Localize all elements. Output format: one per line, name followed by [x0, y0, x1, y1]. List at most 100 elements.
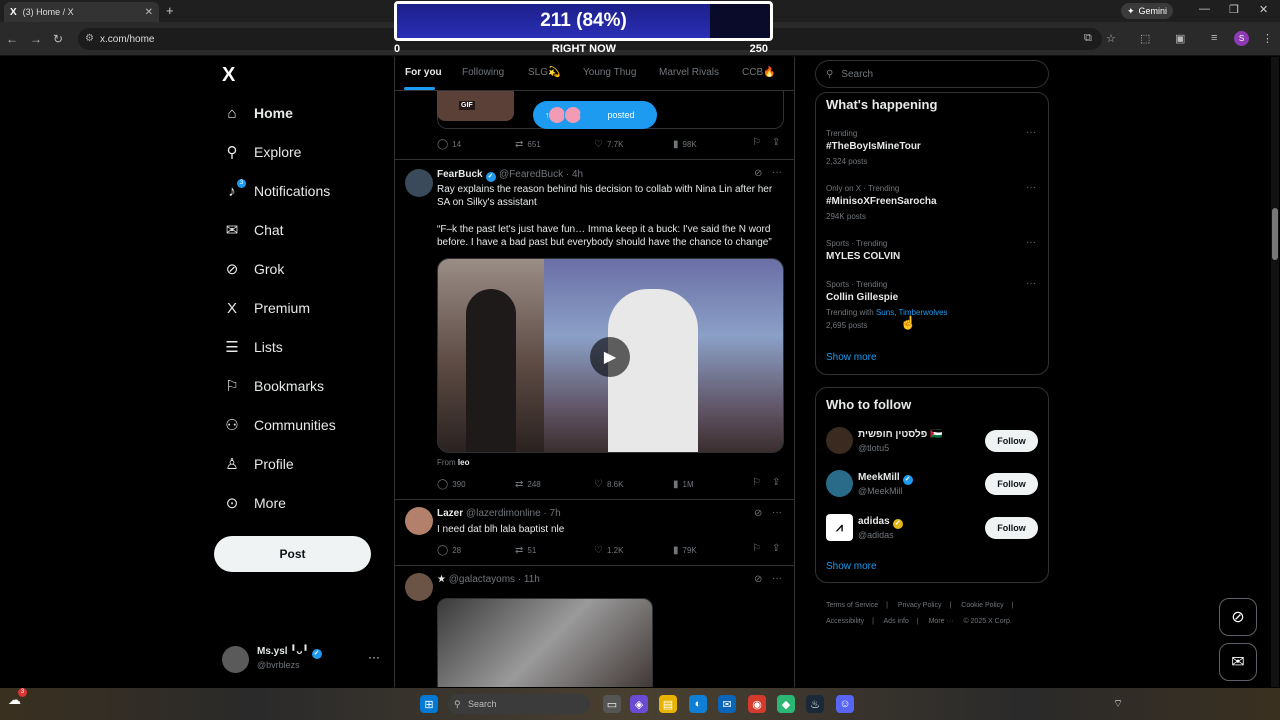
views-button[interactable]: ▮ 79K [673, 545, 697, 556]
bookmark-icon[interactable]: ⚐ [752, 137, 761, 148]
like-button[interactable]: ♡ 1.2K [594, 545, 623, 556]
trend-name[interactable]: #TheBoyIsMineTour [826, 141, 921, 152]
media-controls-icon[interactable]: ≡ [1211, 32, 1217, 44]
page-scrollbar[interactable] [1271, 57, 1279, 687]
x-home-logo[interactable]: X [222, 64, 235, 87]
system-clock[interactable] [1224, 691, 1226, 701]
steam-icon[interactable]: ♨ [806, 695, 824, 713]
back-arrow-icon[interactable]: ← [6, 32, 18, 46]
trend-name[interactable]: MYLES COLVIN [826, 251, 900, 262]
avatar[interactable] [405, 507, 433, 535]
tab-close-icon[interactable]: ✕ [145, 7, 153, 18]
tweet-author-name[interactable]: Lazer [437, 508, 463, 519]
bookmark-icon[interactable]: ⚐ [752, 477, 761, 488]
like-button[interactable]: ♡ 7.7K [594, 139, 623, 150]
share-icon[interactable]: ⇪ [772, 543, 780, 554]
tweet-author-handle[interactable]: ★ @galactayoms · 11h [437, 574, 540, 585]
kebab-menu-icon[interactable]: ⋮ [1262, 32, 1273, 45]
views-button[interactable]: ▮ 1M [673, 479, 694, 490]
footer-link[interactable]: Accessibility [826, 618, 864, 625]
trend-name[interactable]: Collin Gillespie [826, 292, 898, 303]
sidebar-item-notifications[interactable]: ♪ 3 Notifications [222, 176, 330, 206]
tweet-author-name[interactable]: FearBuck ✓ [437, 169, 496, 182]
profile-avatar[interactable]: S [1234, 31, 1249, 46]
tweet-video[interactable] [437, 598, 653, 687]
share-icon[interactable]: ⇪ [772, 477, 780, 488]
follow-suggestion-name[interactable]: פלסטין חופשית 🇵🇸 [858, 429, 943, 440]
search-input[interactable]: ⚲ Search [815, 60, 1049, 88]
file-explorer-icon[interactable]: ▤ [659, 695, 677, 713]
sidebar-item-explore[interactable]: ⚲ Explore [222, 137, 302, 167]
messages-floating-button[interactable]: ✉ [1219, 643, 1257, 681]
more-dots-icon[interactable]: ··· [772, 507, 782, 518]
tweet-author-handle[interactable]: @lazerdimonline · 7h [466, 508, 561, 519]
grok-icon[interactable]: ⊘ [754, 574, 762, 585]
post-button[interactable]: Post [214, 536, 371, 572]
more-dots-icon[interactable]: ··· [1026, 182, 1036, 193]
views-button[interactable]: ▮ 98K [673, 139, 697, 150]
sidebar-item-home[interactable]: ⌂ Home [222, 98, 292, 128]
browser-tab-active[interactable]: X (3) Home / X ✕ [4, 2, 159, 22]
reply-button[interactable]: ◯ 390 [437, 479, 466, 490]
maximize-button[interactable]: ❐ [1229, 3, 1239, 16]
footer-link[interactable]: Terms of Service [826, 602, 878, 609]
footer-link[interactable]: Ads info [884, 618, 909, 625]
avatar[interactable] [826, 427, 853, 454]
reply-button[interactable]: ◯ 28 [437, 545, 461, 556]
follow-suggestion-name[interactable]: adidas ✓ [858, 516, 903, 529]
more-dots-icon[interactable]: ··· [368, 650, 380, 664]
avatar[interactable] [405, 169, 433, 197]
more-dots-icon[interactable]: ··· [772, 167, 782, 178]
show-more-link[interactable]: Show more [826, 352, 877, 363]
follow-button[interactable]: Follow [985, 430, 1038, 452]
trend-name[interactable]: #MinisoXFreenSarocha [826, 196, 937, 207]
app-icon[interactable]: ◆ [777, 695, 795, 713]
gif-thumbnail[interactable] [437, 91, 514, 121]
repost-button[interactable]: ⇄ 248 [515, 479, 541, 490]
more-dots-icon[interactable]: ··· [1026, 278, 1036, 289]
footer-link[interactable]: Privacy Policy [898, 602, 942, 609]
edge-icon[interactable]: ◐ [689, 695, 707, 713]
sidebar-item-profile[interactable]: ♙ Profile [222, 449, 293, 479]
minimize-button[interactable]: — [1199, 3, 1210, 15]
task-view-icon[interactable]: ▭ [603, 695, 621, 713]
more-dots-icon[interactable]: ··· [1026, 237, 1036, 248]
bookmark-star-icon[interactable]: ☆ [1106, 32, 1116, 45]
grok-floating-button[interactable]: ⊘ [1219, 598, 1257, 636]
footer-link[interactable]: Cookie Policy [961, 602, 1003, 609]
tab-ccb[interactable]: CCB🔥 [742, 67, 776, 78]
copilot-icon[interactable]: ◈ [630, 695, 648, 713]
footer-link[interactable]: More ··· [929, 618, 954, 625]
follow-suggestion-name[interactable]: MeekMill ✓ [858, 472, 913, 485]
extensions-icon[interactable]: ⬚ [1140, 32, 1150, 45]
close-window-button[interactable]: ✕ [1259, 3, 1268, 16]
outlook-icon[interactable]: ✉ [718, 695, 736, 713]
show-more-link[interactable]: Show more [826, 561, 877, 572]
like-button[interactable]: ♡ 8.6K [594, 479, 623, 490]
sidebar-item-communities[interactable]: ⚇ Communities [222, 410, 335, 440]
sidebar-item-grok[interactable]: ⊘ Grok [222, 254, 285, 284]
repost-button[interactable]: ⇄ 651 [515, 139, 541, 150]
avatar[interactable] [826, 470, 853, 497]
discord-icon[interactable]: ☺ [836, 695, 854, 713]
tweet-author-handle[interactable]: @FearedBuck · 4h [499, 169, 583, 180]
account-switcher[interactable]: Ms.ysl ╹ᴗ╹ ✓ @bvrblezs ··· [222, 644, 382, 674]
install-app-icon[interactable]: ⧉ [1084, 32, 1092, 45]
new-tab-button[interactable]: + [166, 3, 174, 18]
avatar[interactable] [405, 573, 433, 601]
follow-button[interactable]: Follow [985, 517, 1038, 539]
tab-following[interactable]: Following [462, 67, 504, 78]
sidebar-item-premium[interactable]: X Premium [222, 293, 310, 323]
tab-for-you[interactable]: For you [405, 67, 442, 78]
grok-icon[interactable]: ⊘ [754, 168, 762, 179]
wifi-icon[interactable]: ⌔ [1109, 695, 1127, 713]
tab-marvel-rivals[interactable]: Marvel Rivals [659, 67, 719, 78]
play-icon[interactable]: ▶ [590, 337, 630, 377]
adidas-logo-icon[interactable]: ⩘ [826, 514, 853, 541]
sidepanel-icon[interactable]: ▣ [1175, 32, 1185, 45]
chrome-icon[interactable]: ◉ [748, 695, 766, 713]
scrollbar-thumb[interactable] [1272, 208, 1278, 260]
tab-young-thug[interactable]: Young Thug [583, 67, 636, 78]
sidebar-item-bookmarks[interactable]: ⚐ Bookmarks [222, 371, 324, 401]
sidebar-item-chat[interactable]: ✉ Chat [222, 215, 284, 245]
